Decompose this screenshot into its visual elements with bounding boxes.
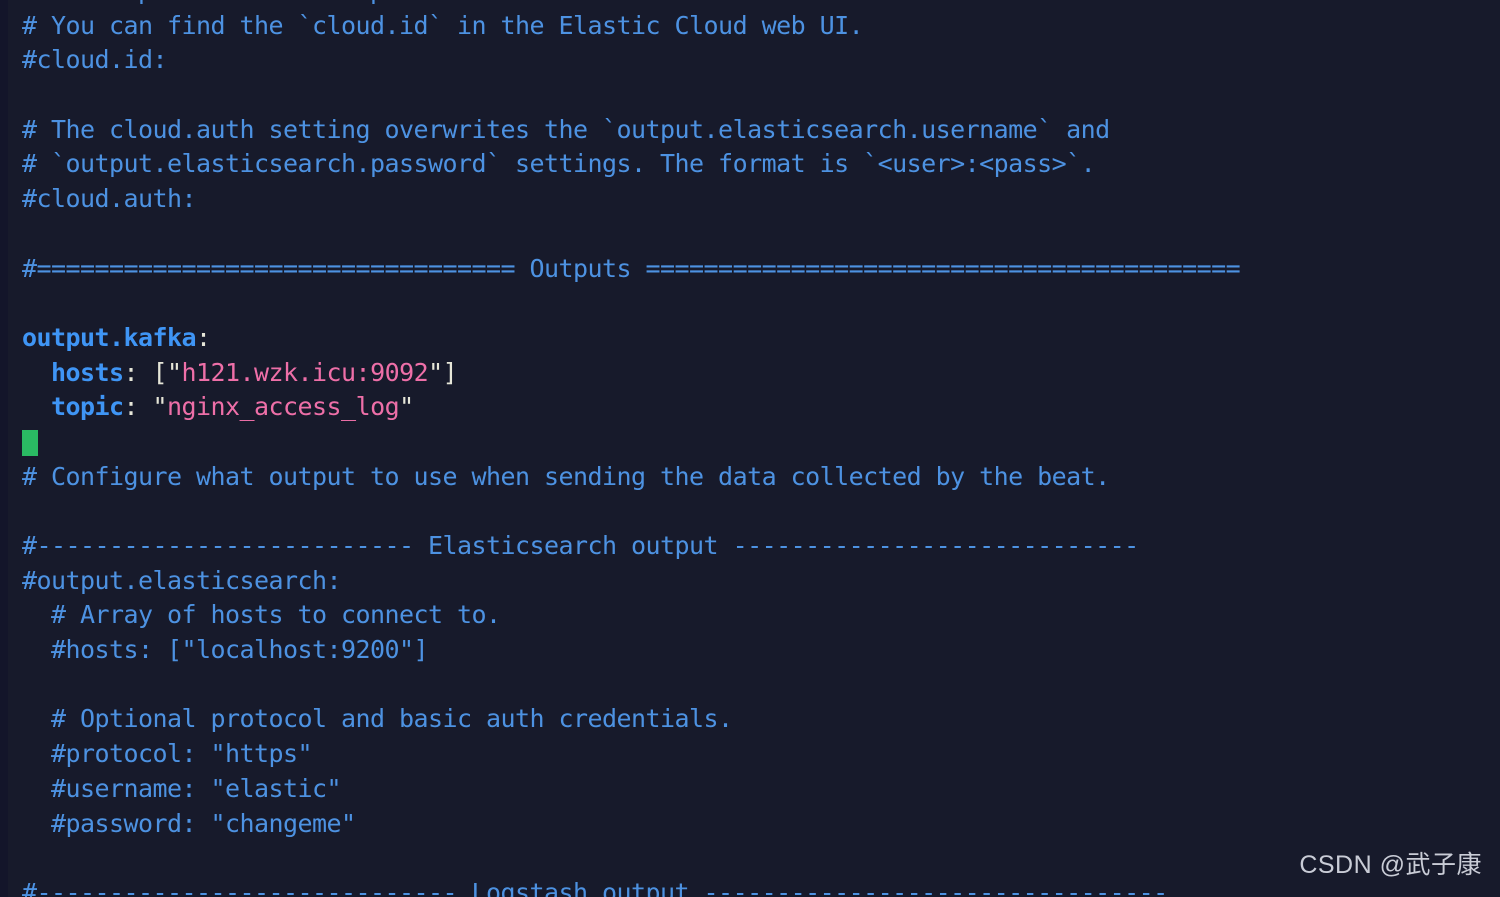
code-token-cm: #-------------------------- Elasticsearc… <box>22 531 1139 560</box>
code-token-cm: #----------------------------- Logstash … <box>22 877 1168 897</box>
code-line[interactable]: #output.elasticsearch: <box>22 564 1240 599</box>
code-line[interactable]: #----------------------------- Logstash … <box>22 876 1240 897</box>
code-line[interactable]: #cloud.id: <box>22 43 1240 78</box>
code-line[interactable]: # The cloud.auth setting overwrites the … <box>22 113 1240 148</box>
code-line[interactable]: # You can find the `cloud.id` in the Ela… <box>22 9 1240 44</box>
code-token-key: output.kafka <box>22 322 197 352</box>
code-line[interactable]: # setup.kibana.host options. <box>22 0 1240 9</box>
code-line[interactable]: topic: "nginx_access_log" <box>22 390 1240 425</box>
code-line[interactable] <box>22 217 1240 252</box>
code-line[interactable]: output.kafka: <box>22 321 1240 356</box>
code-token-pun: : <box>196 322 211 352</box>
code-line[interactable]: #================================= Outpu… <box>22 252 1241 287</box>
code-token-cm: #cloud.auth: <box>22 184 197 214</box>
code-token-cm: # Configure what output to use when send… <box>22 461 1110 491</box>
code-token-str: h121.wzk.icu:9092 <box>181 357 429 387</box>
code-token-key: hosts <box>51 357 124 387</box>
code-token-cm: # You can find the `cloud.id` in the Ela… <box>22 10 864 40</box>
code-token-pun: "] <box>428 357 458 387</box>
code-token-cm: #password: "changeme" <box>22 808 356 838</box>
code-area[interactable]: # setup.kibana.host options. # You can fi… <box>22 0 1241 897</box>
code-token-cm: # setup.kibana.host options. <box>22 0 472 5</box>
code-line[interactable]: #protocol: "https" <box>22 737 1240 772</box>
code-line[interactable]: # Array of hosts to connect to. <box>22 598 1240 633</box>
code-line[interactable]: hosts: ["h121.wzk.icu:9092"] <box>22 356 1240 391</box>
code-line[interactable] <box>22 286 1240 321</box>
code-token-key: topic <box>51 392 124 422</box>
code-token-cm: # Array of hosts to connect to. <box>22 600 501 630</box>
code-token-pun: " <box>399 392 414 422</box>
code-token-pun <box>22 358 51 387</box>
code-token-pun: : [" <box>123 357 183 387</box>
code-token-cm: #username: "elastic" <box>22 773 342 803</box>
code-line[interactable] <box>22 78 1240 113</box>
editor-left-gutter <box>0 0 8 897</box>
code-token-cm: # The cloud.auth setting overwrites the … <box>22 114 1110 144</box>
code-line[interactable]: #password: "changeme" <box>22 807 1240 842</box>
code-line[interactable]: # Configure what output to use when send… <box>22 460 1240 495</box>
code-line[interactable]: # `output.elasticsearch.password` settin… <box>22 147 1240 182</box>
code-token-cm: #cloud.id: <box>22 45 168 75</box>
terminal-editor-window[interactable]: # setup.kibana.host options. # You can fi… <box>0 0 1500 897</box>
text-cursor <box>22 430 38 456</box>
code-line[interactable]: #-------------------------- Elasticsearc… <box>22 529 1240 564</box>
code-token-cm: # `output.elasticsearch.password` settin… <box>22 149 1096 179</box>
code-token-cm: #hosts: ["localhost:9200"] <box>22 635 429 665</box>
csdn-watermark: CSDN @武子康 <box>1299 851 1482 879</box>
code-line[interactable] <box>22 668 1240 703</box>
code-token-cm: # Optional protocol and basic auth crede… <box>22 704 733 734</box>
code-token-cm: #protocol: "https" <box>22 739 313 769</box>
code-line[interactable] <box>22 841 1240 876</box>
code-line[interactable] <box>22 425 1240 460</box>
code-line[interactable]: #cloud.auth: <box>22 182 1240 217</box>
code-token-str: nginx_access_log <box>167 392 400 422</box>
code-line[interactable]: # Optional protocol and basic auth crede… <box>22 702 1240 737</box>
code-token-cm: #================================= Outpu… <box>22 253 1241 283</box>
code-line[interactable]: #username: "elastic" <box>22 772 1240 807</box>
code-line[interactable] <box>22 494 1240 529</box>
code-token-pun: : " <box>123 392 168 422</box>
code-token-cm: #output.elasticsearch: <box>22 565 342 595</box>
code-line[interactable]: #hosts: ["localhost:9200"] <box>22 633 1240 668</box>
code-token-pun <box>22 392 51 421</box>
